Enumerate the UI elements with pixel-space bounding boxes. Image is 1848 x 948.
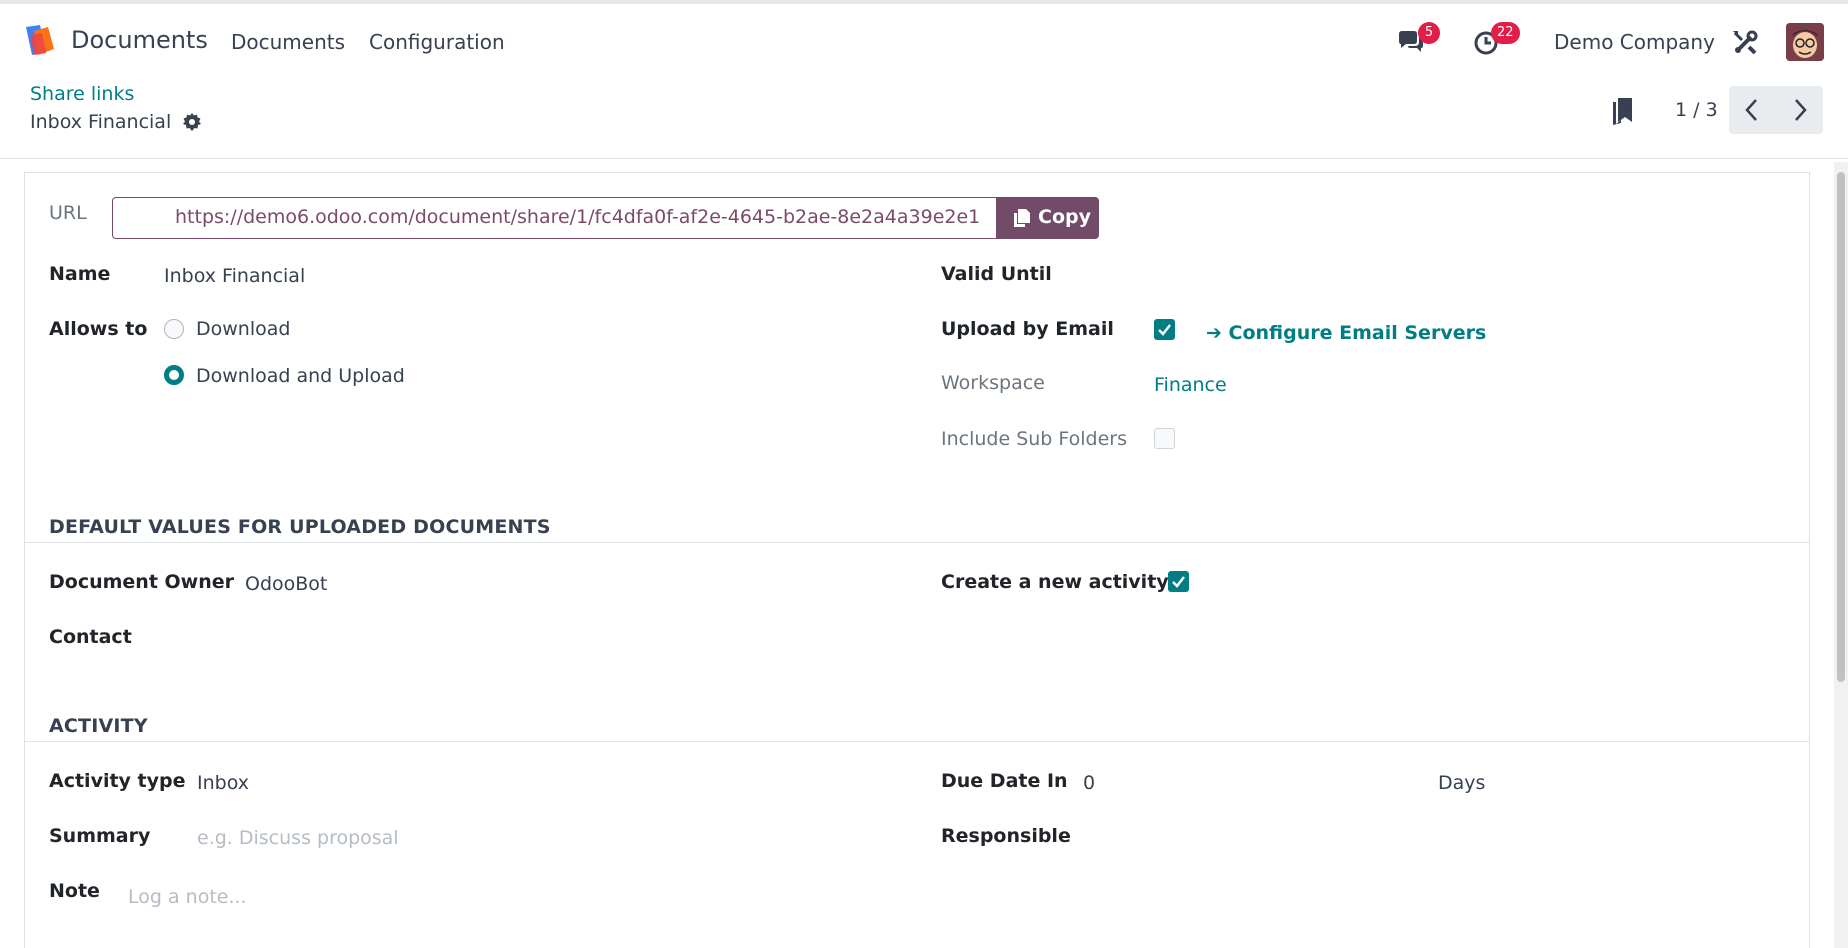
scrollbar[interactable] [1834,162,1848,948]
activity-type-label: Activity type [49,770,186,792]
radio-download-and-upload-label[interactable]: Download and Upload [196,365,405,387]
note-label: Note [49,880,100,902]
allows-to-label: Allows to [49,318,148,340]
radio-download[interactable] [164,319,184,339]
pager-next-button[interactable] [1776,86,1823,134]
bookmarks-icon[interactable] [1610,96,1636,126]
summary-input[interactable]: e.g. Discuss proposal [197,827,399,849]
breadcrumb-share-links[interactable]: Share links [30,83,134,105]
upload-by-email-checkbox[interactable] [1154,319,1175,340]
valid-until-label: Valid Until [941,263,1052,285]
chevron-right-icon [1795,99,1807,121]
configure-email-servers-link[interactable]: ➔ Configure Email Servers [1206,322,1486,344]
top-navbar: Documents Documents Configuration 5 22 D… [0,0,1848,78]
workspace-label: Workspace [941,372,1045,394]
url-label: URL [49,202,87,224]
include-sub-folders-label: Include Sub Folders [941,428,1128,450]
scrollbar-thumb[interactable] [1837,172,1845,682]
radio-download-label[interactable]: Download [196,318,290,340]
user-avatar[interactable] [1786,23,1824,61]
radio-download-and-upload[interactable] [164,365,184,385]
gear-icon[interactable] [182,112,202,132]
section-divider [24,741,1810,742]
chevron-left-icon [1745,99,1757,121]
default-values-section-title: DEFAULT VALUES FOR UPLOADED DOCUMENTS [49,516,551,538]
document-owner-field[interactable]: OdooBot [245,573,327,595]
responsible-label: Responsible [941,825,1071,847]
pager-previous-button[interactable] [1729,86,1776,134]
app-name[interactable]: Documents [71,26,208,54]
due-date-unit[interactable]: Days [1438,772,1485,794]
copy-icon [1014,209,1030,227]
record-title: Inbox Financial [30,111,172,133]
document-owner-label: Document Owner [49,571,235,593]
name-label: Name [49,263,111,285]
due-date-in-label: Due Date In [941,770,1068,792]
activity-section-title: ACTIVITY [49,715,148,737]
messages-badge: 5 [1418,22,1440,44]
activity-type-field[interactable]: Inbox [197,772,249,794]
contact-label: Contact [49,626,132,648]
upload-by-email-label: Upload by Email [941,318,1114,340]
include-sub-folders-checkbox[interactable] [1154,428,1175,449]
control-panel-divider [0,158,1848,159]
avatar-face-icon [1786,23,1824,61]
copy-button[interactable]: Copy [996,197,1099,239]
create-activity-checkbox[interactable] [1168,571,1189,592]
menu-configuration[interactable]: Configuration [369,30,505,54]
activities-badge: 22 [1491,22,1520,44]
due-date-in-field[interactable]: 0 [1083,772,1095,794]
check-icon [1158,324,1171,336]
documents-app-logo-icon[interactable] [22,23,58,59]
copy-button-label: Copy [1038,206,1091,228]
note-input[interactable]: Log a note... [128,886,247,908]
name-field[interactable]: Inbox Financial [164,265,305,287]
pager-value[interactable]: 1 / 3 [1675,99,1718,121]
tools-icon[interactable] [1730,28,1760,58]
workspace-field[interactable]: Finance [1154,374,1227,396]
create-activity-label: Create a new activity [941,571,1169,593]
company-switcher[interactable]: Demo Company [1554,30,1715,54]
url-value[interactable]: https://demo6.odoo.com/document/share/1/… [175,206,980,228]
summary-label: Summary [49,825,151,847]
menu-documents[interactable]: Documents [231,30,345,54]
section-divider [24,542,1810,543]
check-icon [1172,576,1185,588]
